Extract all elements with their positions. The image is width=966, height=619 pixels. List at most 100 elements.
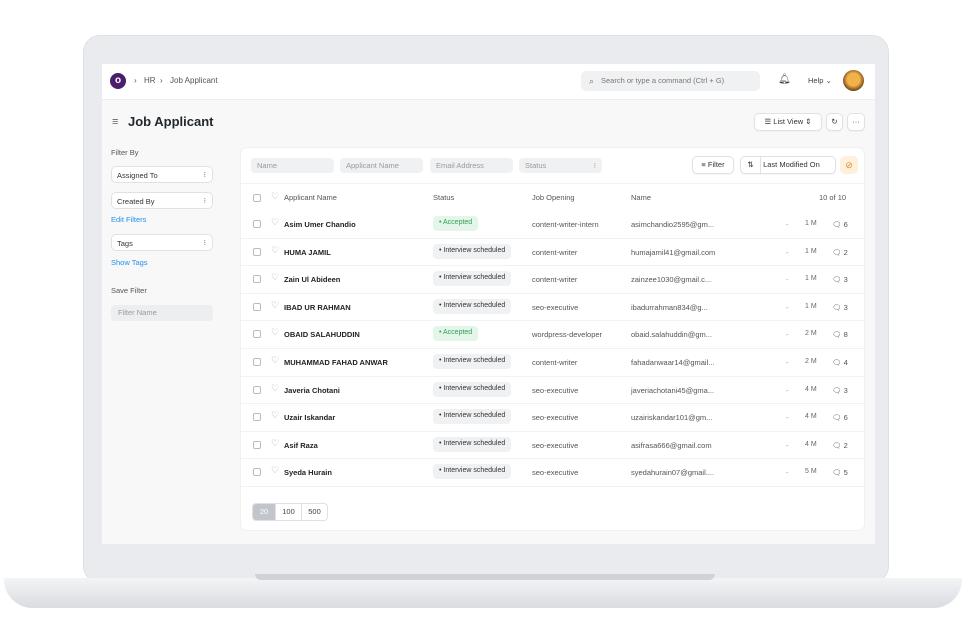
show-tags-link[interactable]: Show Tags	[111, 258, 148, 267]
sort-button[interactable]: ⇅ Last Modified On	[740, 156, 836, 174]
modified-time: 1 M	[805, 220, 817, 227]
applicant-name[interactable]: OBAID SALAHUDDIN	[284, 330, 360, 339]
heart-icon[interactable]: ♡	[271, 410, 279, 421]
list-icon: ☰	[764, 117, 772, 126]
table-row[interactable]: ♡ Javeria Chotani • Interview scheduled …	[241, 377, 866, 405]
chevron-right-icon: ›	[134, 76, 137, 85]
sort-order-icon[interactable]: ⇅	[741, 157, 761, 173]
assigned-to-select[interactable]: Assigned To ⁝	[111, 166, 213, 183]
modified-time: 2 M	[805, 358, 817, 365]
comment-count[interactable]: 🗨︎ 2	[832, 441, 848, 450]
tags-label: Tags	[117, 239, 133, 248]
table-row[interactable]: ♡ Asim Umer Chandio • Accepted content-w…	[241, 211, 866, 239]
more-button[interactable]: ···	[847, 113, 865, 131]
page-size-20[interactable]: 20	[252, 503, 276, 521]
status-filter-select[interactable]: Status ⁝	[519, 158, 602, 173]
name-filter-input[interactable]: Name	[251, 158, 334, 173]
applicant-name[interactable]: Asif Raza	[284, 441, 318, 450]
applicant-name[interactable]: Javeria Chotani	[284, 386, 340, 395]
select-all-checkbox[interactable]	[253, 194, 261, 202]
comment-icon: 🗨︎	[832, 413, 842, 423]
breadcrumb-job-applicant[interactable]: Job Applicant	[170, 76, 218, 85]
row-checkbox[interactable]	[253, 413, 261, 422]
comment-count[interactable]: 🗨︎ 8	[832, 330, 848, 339]
comment-count[interactable]: 🗨︎ 6	[832, 220, 848, 229]
refresh-button[interactable]: ↻	[826, 113, 843, 131]
email: humajamil41@gmail.com	[631, 247, 716, 257]
email-filter-input[interactable]: Email Address	[430, 158, 513, 173]
heart-icon[interactable]: ♡	[271, 438, 279, 449]
heart-icon[interactable]: ♡	[271, 355, 279, 366]
applicant-name[interactable]: Syeda Hurain	[284, 468, 332, 477]
applicant-name[interactable]: IBAD UR RAHMAN	[284, 303, 351, 312]
applicant-name-filter-input[interactable]: Applicant Name	[340, 158, 423, 173]
table-row[interactable]: ♡ Zain Ul Abideen • Interview scheduled …	[241, 266, 866, 294]
heart-icon[interactable]: ♡	[271, 327, 279, 338]
comment-count[interactable]: 🗨︎ 3	[832, 275, 848, 284]
filter-name-input[interactable]: Filter Name	[111, 305, 213, 321]
applicant-name[interactable]: MUHAMMAD FAHAD ANWAR	[284, 358, 388, 367]
clear-filter-icon[interactable]: ⊘	[840, 156, 858, 174]
breadcrumb-hr[interactable]: HR	[144, 76, 156, 85]
status-text: Accepted	[443, 219, 473, 226]
heart-icon[interactable]: ♡	[271, 465, 279, 476]
email: javeriachotani45@gma...	[631, 385, 715, 395]
menu-icon[interactable]: ≡	[112, 116, 118, 128]
bell-icon[interactable]: 🔔︎	[778, 74, 791, 85]
list-view-button[interactable]: ☰ List View ⇕	[754, 113, 822, 131]
table-row[interactable]: ♡ Uzair Iskandar • Interview scheduled s…	[241, 404, 866, 432]
comment-count-value: 3	[843, 275, 848, 285]
heart-icon[interactable]: ♡	[271, 272, 279, 283]
status-text: Interview scheduled	[443, 274, 506, 282]
comment-count[interactable]: 🗨︎ 2	[832, 248, 848, 257]
heart-icon[interactable]: ♡	[271, 191, 279, 202]
applicant-name[interactable]: Asim Umer Chandio	[284, 220, 356, 229]
row-checkbox[interactable]	[253, 275, 261, 284]
modified-time: 4 M	[805, 413, 817, 421]
comment-count[interactable]: 🗨︎ 3	[832, 386, 848, 395]
filter-button[interactable]: ≡ Filter	[692, 156, 734, 174]
updown-icon: ⁝	[203, 238, 206, 247]
applicant-name[interactable]: HUMA JAMIL	[284, 248, 331, 257]
heart-icon[interactable]: ♡	[271, 300, 279, 311]
table-row[interactable]: ♡ HUMA JAMIL • Interview scheduled conte…	[241, 239, 866, 267]
modified-time: 4 M	[805, 440, 817, 448]
row-checkbox[interactable]	[253, 385, 261, 394]
applicant-name[interactable]: Uzair Iskandar	[284, 413, 335, 422]
status-text: Interview scheduled	[443, 246, 506, 254]
row-checkbox[interactable]	[253, 468, 261, 477]
heart-icon[interactable]: ♡	[271, 383, 279, 394]
comment-count[interactable]: 🗨︎ 5	[832, 468, 848, 477]
table-row[interactable]: ♡ IBAD UR RAHMAN • Interview scheduled s…	[241, 294, 866, 322]
search-placeholder: Search or type a command (Ctrl + G)	[601, 76, 725, 85]
help-menu[interactable]: Help ⌄	[808, 76, 832, 85]
col-name: Name	[631, 193, 652, 202]
row-checkbox[interactable]	[253, 247, 261, 256]
row-checkbox[interactable]	[253, 358, 261, 366]
table-row[interactable]: ♡ MUHAMMAD FAHAD ANWAR • Interview sched…	[241, 349, 866, 377]
comment-count[interactable]: 🗨︎ 3	[832, 303, 848, 312]
row-checkbox[interactable]	[253, 440, 261, 449]
table-row[interactable]: ♡ OBAID SALAHUDDIN • Accepted wordpress-…	[241, 321, 866, 349]
row-checkbox[interactable]	[253, 302, 261, 311]
app-logo[interactable]: o	[110, 73, 126, 89]
page-size-500[interactable]: 500	[302, 503, 328, 521]
search-input[interactable]: ⌕ Search or type a command (Ctrl + G)	[581, 71, 760, 91]
status-text: Interview scheduled	[443, 439, 506, 447]
table-row[interactable]: ♡ Asif Raza • Interview scheduled seo-ex…	[241, 432, 866, 460]
created-by-select[interactable]: Created By ⁝	[111, 192, 213, 209]
row-checkbox[interactable]	[253, 220, 261, 228]
tags-select[interactable]: Tags ⁝	[111, 234, 213, 251]
comment-count[interactable]: 🗨︎ 4	[832, 358, 848, 367]
table-row[interactable]: ♡ Syeda Hurain • Interview scheduled seo…	[241, 459, 866, 487]
updown-icon: ⁝	[593, 161, 596, 170]
page-size-100[interactable]: 100	[276, 503, 302, 521]
edit-filters-link[interactable]: Edit Filters	[111, 215, 146, 224]
row-checkbox[interactable]	[253, 330, 261, 339]
comment-count[interactable]: 🗨︎ 6	[832, 413, 848, 422]
heart-icon[interactable]: ♡	[271, 217, 279, 228]
applicant-name[interactable]: Zain Ul Abideen	[284, 275, 340, 284]
heart-icon[interactable]: ♡	[271, 245, 279, 256]
comment-count-value: 6	[843, 413, 848, 423]
avatar[interactable]	[843, 70, 864, 91]
